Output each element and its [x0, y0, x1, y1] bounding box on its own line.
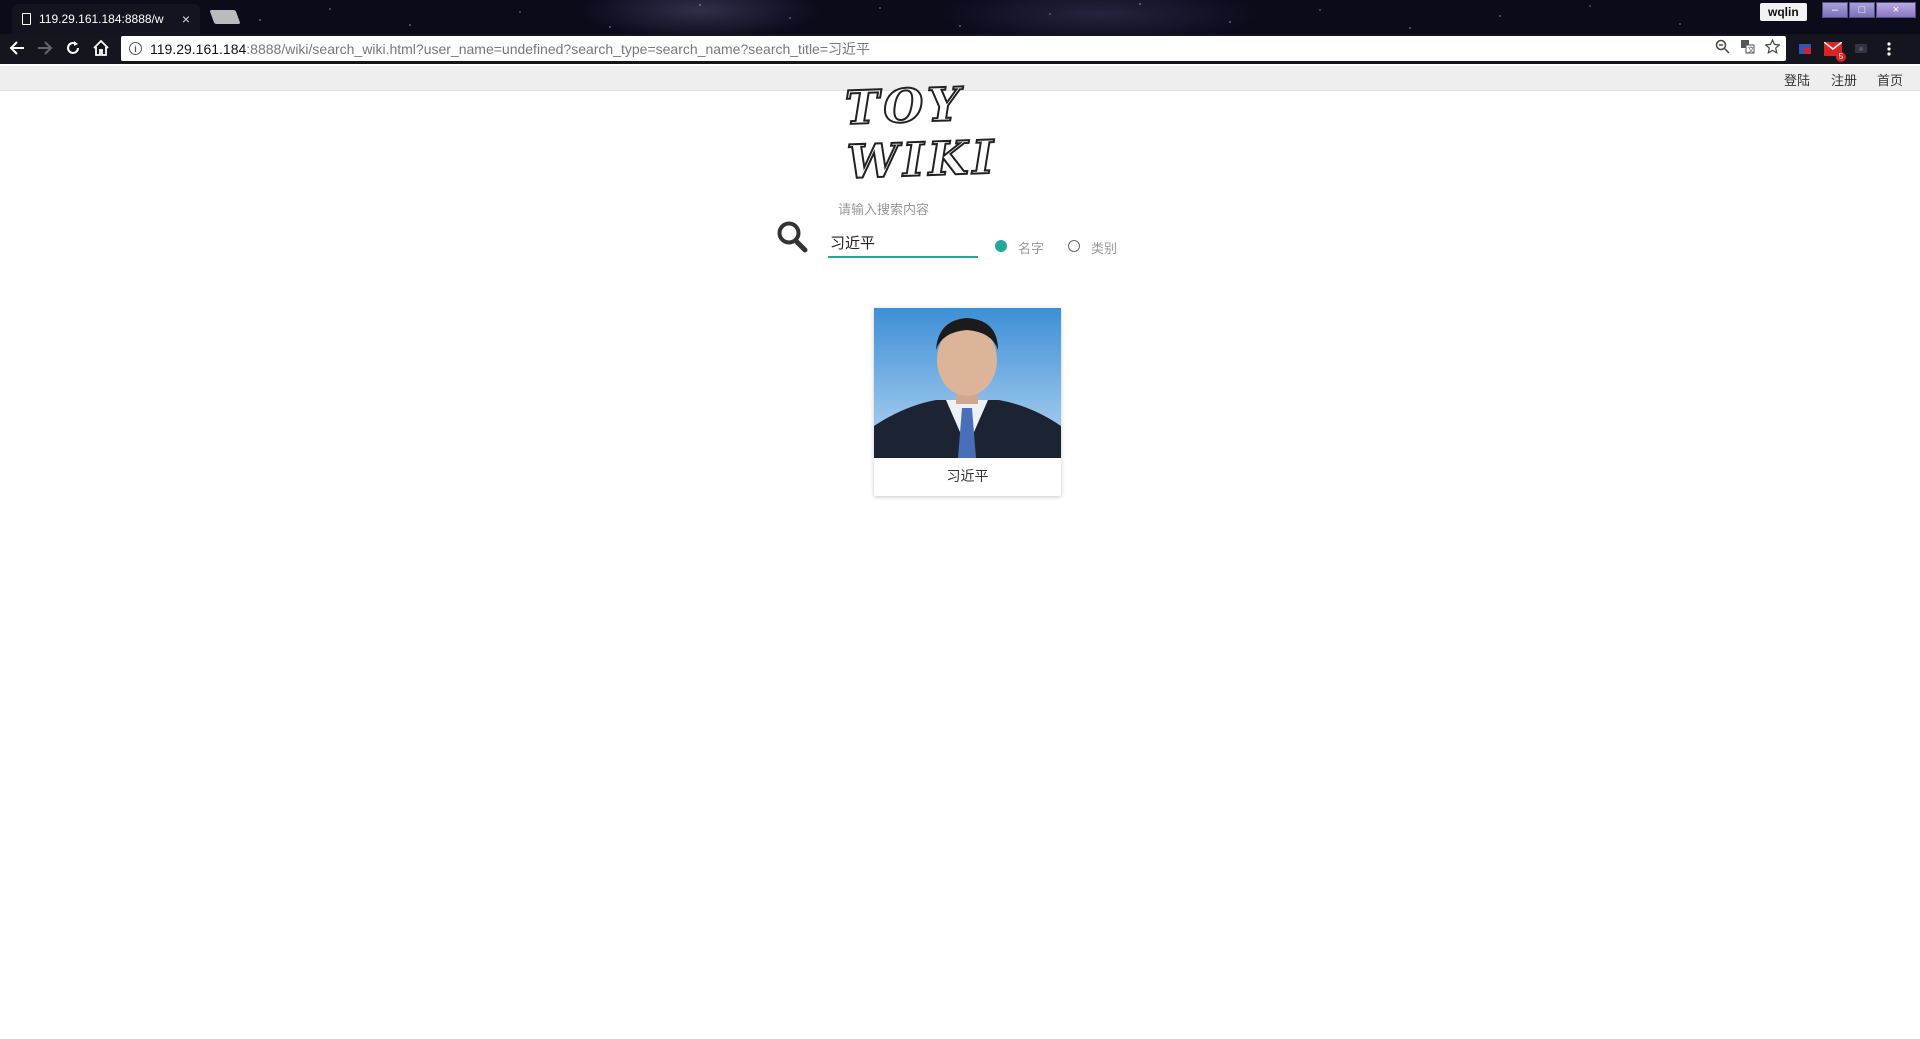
translate-icon[interactable]: 文: [1740, 39, 1755, 54]
mail-badge: 5: [1836, 52, 1846, 62]
site-logo[interactable]: TOY WIKI: [843, 76, 1077, 190]
reload-icon: [67, 41, 79, 54]
extension-area: 5: [1796, 40, 1898, 62]
zoom-icon[interactable]: [1715, 39, 1730, 54]
tab-title: 119.29.161.184:8888/w: [39, 12, 164, 26]
radio-category[interactable]: [1068, 240, 1080, 252]
home-button[interactable]: [90, 39, 112, 59]
browser-tab[interactable]: 119.29.161.184:8888/w ×: [12, 4, 200, 34]
home-icon: [93, 39, 109, 56]
login-link[interactable]: 登陆: [1784, 70, 1810, 89]
url-path: :8888/wiki/search_wiki.html?user_name=un…: [246, 40, 871, 57]
search-icon[interactable]: [776, 220, 808, 254]
star-icon[interactable]: [1765, 39, 1780, 54]
radio-name-label[interactable]: 名字: [1018, 238, 1044, 257]
radio-category-label[interactable]: 类别: [1091, 238, 1117, 257]
url-host: 119.29.161.184: [150, 40, 247, 57]
search-placeholder-label: 请输入搜索内容: [838, 202, 930, 217]
mail-icon[interactable]: 5: [1824, 40, 1846, 62]
forward-arrow-icon: [38, 41, 53, 55]
document-icon: [22, 13, 31, 25]
minimize-button[interactable]: –: [1822, 2, 1848, 18]
home-link[interactable]: 首页: [1877, 70, 1903, 89]
maximize-button[interactable]: □: [1849, 2, 1875, 18]
reload-button[interactable]: [62, 39, 84, 59]
svg-text:文: 文: [1748, 45, 1755, 54]
cast-icon[interactable]: [1852, 40, 1870, 58]
result-name[interactable]: 习近平: [874, 466, 1061, 486]
menu-button[interactable]: [1880, 40, 1898, 58]
address-bar[interactable]: i 119.29.161.184:8888/wiki/search_wiki.h…: [121, 36, 1786, 61]
close-tab-icon[interactable]: ×: [182, 11, 190, 27]
back-button[interactable]: [6, 39, 28, 59]
result-card[interactable]: 习近平: [874, 308, 1061, 496]
search-input[interactable]: [828, 228, 978, 258]
radio-name[interactable]: [995, 240, 1007, 252]
profile-button[interactable]: wqlin: [1760, 3, 1807, 21]
new-tab-button[interactable]: [209, 10, 241, 24]
browser-titlebar: 119.29.161.184:8888/w × wqlin – □ ×: [0, 0, 1920, 34]
omnibox-actions: 文: [1715, 39, 1780, 54]
register-link[interactable]: 注册: [1831, 70, 1857, 89]
close-window-button[interactable]: ×: [1876, 2, 1916, 18]
extension-icon[interactable]: [1796, 40, 1814, 58]
forward-button[interactable]: [34, 39, 56, 59]
info-icon[interactable]: i: [129, 42, 142, 55]
result-photo[interactable]: [874, 308, 1061, 458]
more-vert-icon: [1887, 42, 1891, 56]
back-arrow-icon: [9, 41, 24, 55]
